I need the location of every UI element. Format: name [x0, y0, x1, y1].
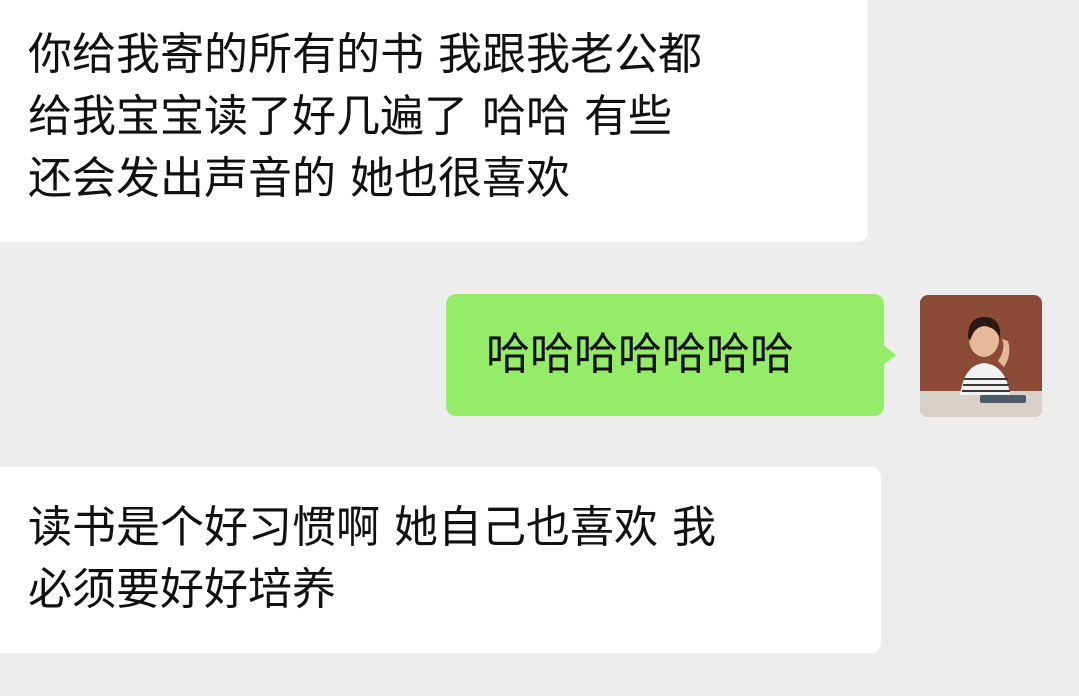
message-text-line: 哈哈哈哈哈哈哈 [486, 329, 794, 380]
message-text-line: 你给我寄的所有的书 我跟我老公都 [28, 29, 702, 80]
message-text-line: 还会发出声音的 她也很喜欢 [28, 153, 570, 204]
message-bubble-incoming[interactable]: 你给我寄的所有的书 我跟我老公都 给我宝宝读了好几遍了 哈哈 有些 还会发出声音… [0, 0, 868, 242]
message-bubble-outgoing[interactable]: 哈哈哈哈哈哈哈 [446, 294, 884, 416]
user-avatar[interactable] [920, 295, 1042, 417]
message-bubble-incoming[interactable]: 读书是个好习惯啊 她自己也喜欢 我 必须要好好培养 [0, 467, 881, 653]
user-avatar-photo-icon [920, 295, 1042, 417]
message-text-line: 给我宝宝读了好几遍了 哈哈 有些 [28, 91, 672, 142]
message-text-line: 必须要好好培养 [28, 564, 336, 615]
message-text-line: 读书是个好习惯啊 她自己也喜欢 我 [28, 502, 716, 553]
bubble-tail-icon [882, 344, 896, 366]
